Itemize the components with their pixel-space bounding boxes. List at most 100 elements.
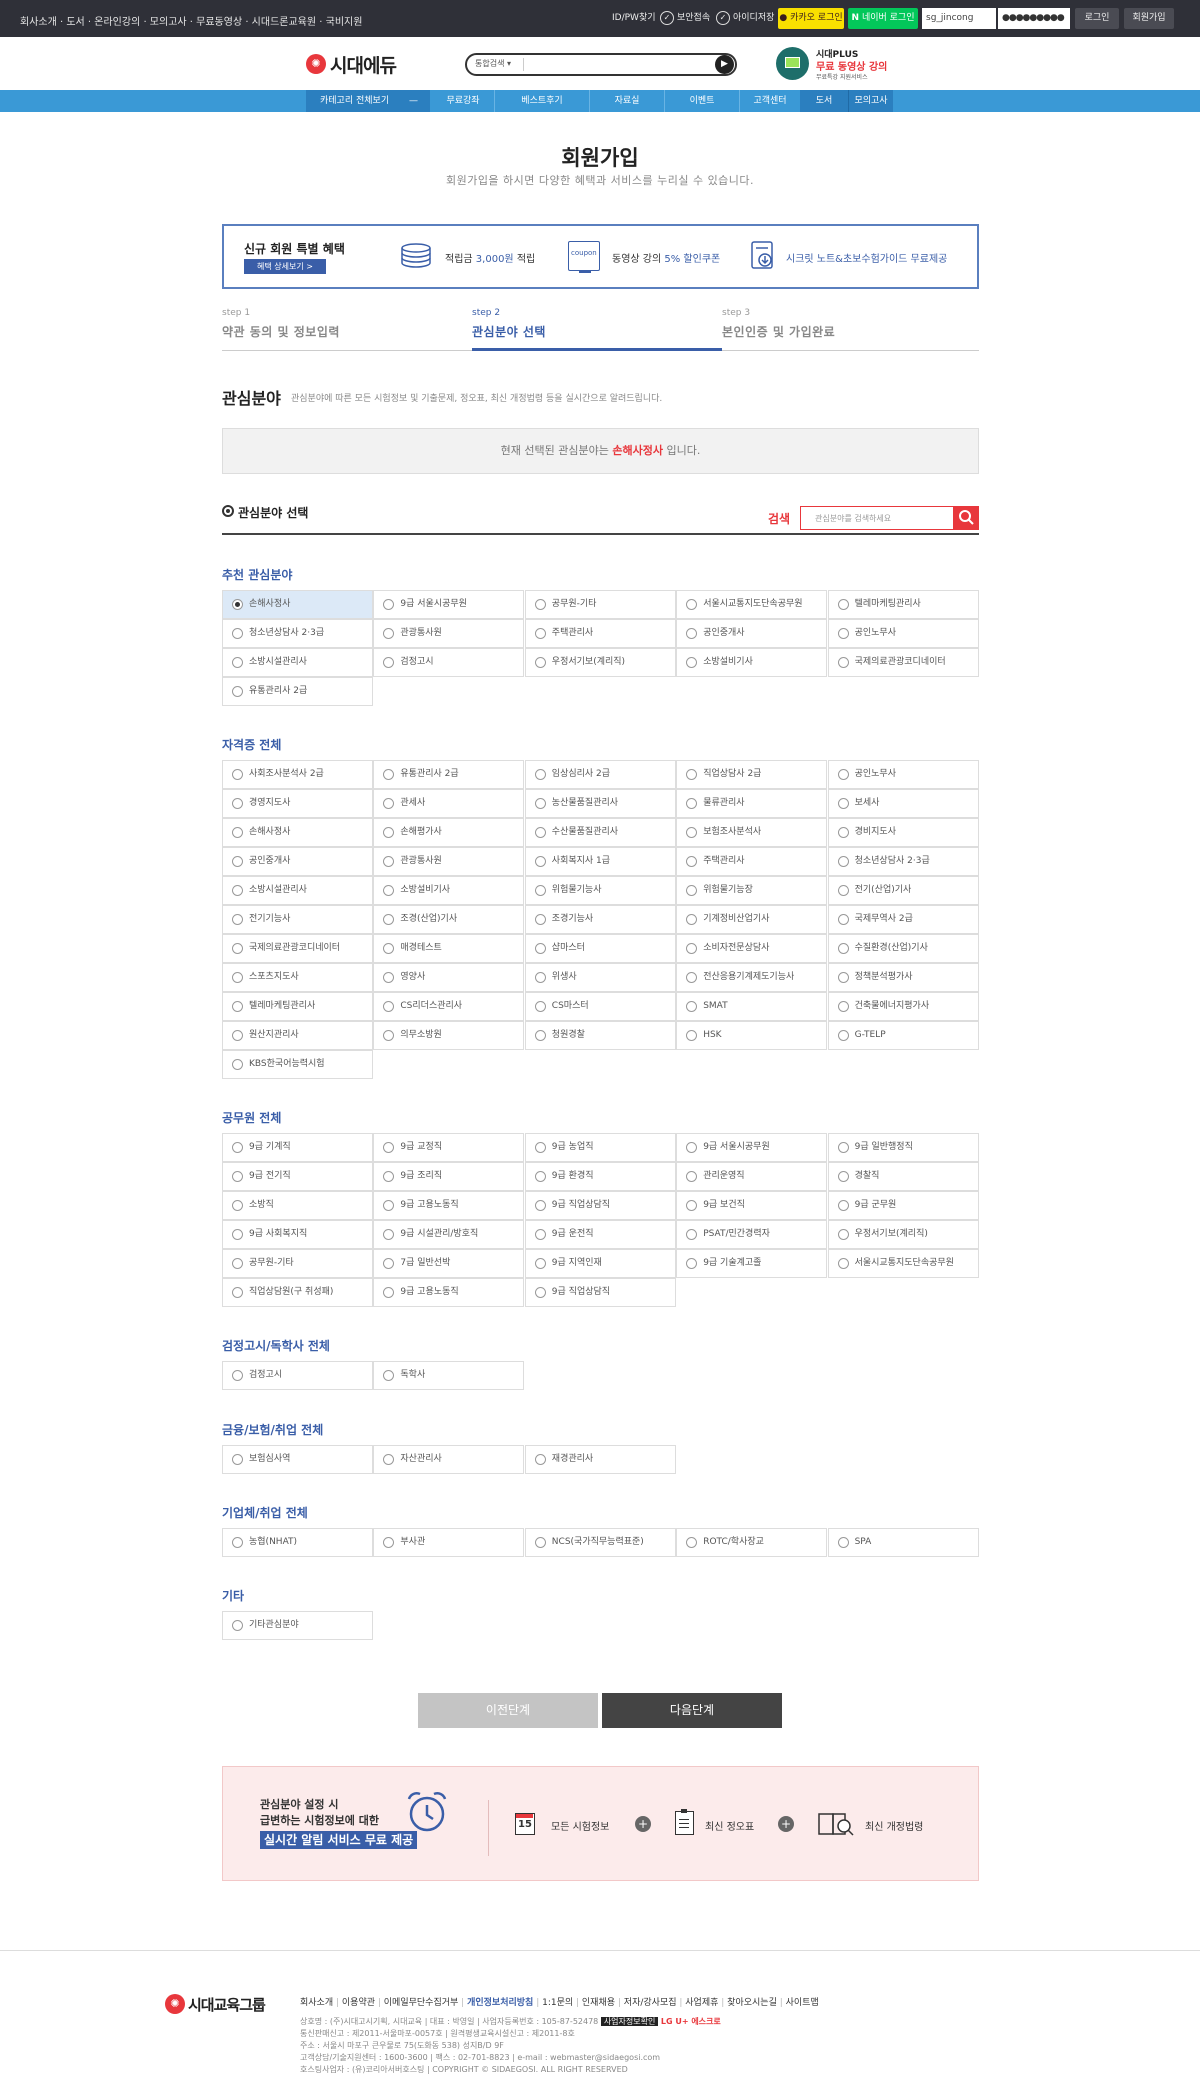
radio-icon[interactable] <box>534 1142 546 1153</box>
radio-icon[interactable] <box>232 599 243 610</box>
radio-icon[interactable] <box>686 1537 698 1548</box>
interest-option[interactable]: 경비지도사 <box>827 818 979 847</box>
interest-option[interactable]: 청원경찰 <box>524 1021 676 1050</box>
interest-option[interactable]: 9급 지역인재 <box>524 1249 676 1278</box>
password-input[interactable]: ●●●●●●●●● <box>998 8 1070 29</box>
prev-step-button[interactable]: 이전단계 <box>418 1693 598 1728</box>
interest-option[interactable]: 정책분석평가사 <box>827 963 979 992</box>
radio-icon[interactable] <box>232 628 243 639</box>
radio-icon[interactable] <box>534 914 546 925</box>
radio-icon[interactable] <box>232 1229 243 1240</box>
radio-icon[interactable] <box>686 1171 698 1182</box>
interest-option[interactable]: 스포츠지도사 <box>222 963 373 992</box>
radio-icon[interactable] <box>534 798 546 809</box>
interest-option[interactable]: 국제의료관광코디네이터 <box>827 648 979 677</box>
interest-option[interactable]: 샵마스터 <box>524 934 676 963</box>
radio-icon[interactable] <box>383 856 395 867</box>
interest-option[interactable]: 소방직 <box>222 1191 373 1220</box>
radio-icon[interactable] <box>383 1370 395 1381</box>
radio-icon[interactable] <box>232 1059 243 1070</box>
interest-option[interactable]: 부사관 <box>373 1528 525 1557</box>
radio-icon[interactable] <box>686 599 698 610</box>
interest-option[interactable]: 의무소방원 <box>373 1021 525 1050</box>
radio-icon[interactable] <box>837 1200 849 1211</box>
footer-link[interactable]: 이메일무단수집거부 <box>384 1998 459 2008</box>
interest-option[interactable]: 청소년상담사 2·3급 <box>827 847 979 876</box>
radio-icon[interactable] <box>837 599 849 610</box>
radio-icon[interactable] <box>232 885 243 896</box>
interest-option[interactable]: 공인중개사 <box>676 619 828 648</box>
radio-icon[interactable] <box>534 628 546 639</box>
radio-icon[interactable] <box>534 769 546 780</box>
radio-icon[interactable] <box>837 798 849 809</box>
radio-icon[interactable] <box>383 1229 395 1240</box>
footer-link[interactable]: 인재채용 <box>582 1998 615 2008</box>
interest-option[interactable]: HSK <box>676 1021 828 1050</box>
interest-option[interactable]: 사회조사분석사 2급 <box>222 760 373 789</box>
nav-books[interactable]: 도서 <box>800 90 848 112</box>
radio-icon[interactable] <box>686 856 698 867</box>
radio-icon[interactable] <box>534 856 546 867</box>
interest-option[interactable]: 보세사 <box>827 789 979 818</box>
interest-option[interactable]: 서울시교통지도단속공무원 <box>827 1249 979 1278</box>
join-button[interactable]: 회원가입 <box>1124 8 1174 29</box>
radio-icon[interactable] <box>232 914 243 925</box>
interest-option[interactable]: 7급 일반선박 <box>373 1249 525 1278</box>
nav-customer-center[interactable]: 고객센터 <box>740 90 800 112</box>
interest-option[interactable]: 소방시설관리사 <box>222 876 373 905</box>
search-submit-icon[interactable]: ▶ <box>715 55 734 74</box>
interest-option[interactable]: PSAT/민간경력자 <box>676 1220 828 1249</box>
radio-icon[interactable] <box>383 1537 395 1548</box>
top-links[interactable]: 회사소개 · 도서 · 온라인강의 · 모의고사 · 무료동영상 · 시대드론교… <box>20 13 362 28</box>
interest-option[interactable]: 소방설비기사 <box>373 876 525 905</box>
radio-icon[interactable] <box>686 798 698 809</box>
nav-mock-exam[interactable]: 모의고사 <box>849 90 893 112</box>
radio-icon[interactable] <box>383 1030 395 1041</box>
interest-option[interactable]: 9급 서울시공무원 <box>676 1133 828 1162</box>
radio-icon[interactable] <box>837 885 849 896</box>
interest-option[interactable]: 9급 시설관리/방호직 <box>373 1220 525 1249</box>
radio-icon[interactable] <box>383 798 395 809</box>
radio-icon[interactable] <box>686 1229 698 1240</box>
radio-icon[interactable] <box>232 972 243 983</box>
radio-icon[interactable] <box>686 657 698 668</box>
interest-option[interactable]: 손해사정사 <box>222 818 373 847</box>
radio-icon[interactable] <box>232 769 243 780</box>
naver-login-button[interactable]: N 네이버 로그인 <box>848 8 918 29</box>
interest-option[interactable]: 조경(산업)기사 <box>373 905 525 934</box>
interest-option[interactable]: 유통관리사 2급 <box>373 760 525 789</box>
radio-icon[interactable] <box>534 943 546 954</box>
interest-option[interactable]: 위험물기능장 <box>676 876 828 905</box>
interest-option[interactable]: 관광통사원 <box>373 847 525 876</box>
radio-icon[interactable] <box>232 1001 243 1012</box>
footer-logo[interactable]: 시대교육그룹 <box>188 1994 266 2015</box>
radio-icon[interactable] <box>383 885 395 896</box>
interest-option[interactable]: 소비자전문상담사 <box>676 934 828 963</box>
radio-icon[interactable] <box>837 1258 849 1269</box>
radio-icon[interactable] <box>383 1001 395 1012</box>
radio-icon[interactable] <box>232 657 243 668</box>
radio-icon[interactable] <box>534 827 546 838</box>
radio-icon[interactable] <box>232 1171 243 1182</box>
interest-option[interactable]: 공인노무사 <box>827 619 979 648</box>
footer-link[interactable]: 이용약관 <box>342 1998 375 2008</box>
radio-icon[interactable] <box>232 1537 243 1548</box>
radio-icon[interactable] <box>383 1287 395 1298</box>
radio-icon[interactable] <box>383 972 395 983</box>
interest-option[interactable]: 전기기능사 <box>222 905 373 934</box>
radio-icon[interactable] <box>232 943 243 954</box>
interest-option[interactable]: 9급 사회복지직 <box>222 1220 373 1249</box>
radio-icon[interactable] <box>232 798 243 809</box>
interest-option[interactable]: 9급 교정직 <box>373 1133 525 1162</box>
interest-option[interactable]: ROTC/학사장교 <box>676 1528 828 1557</box>
site-logo[interactable]: ✺ 시대에듀 <box>306 51 416 77</box>
interest-option[interactable]: CS마스터 <box>524 992 676 1021</box>
interest-option[interactable]: 수산물품질관리사 <box>524 818 676 847</box>
radio-icon[interactable] <box>232 1370 243 1381</box>
radio-icon[interactable] <box>534 1454 546 1465</box>
interest-option[interactable]: 공인노무사 <box>827 760 979 789</box>
interest-option[interactable]: 농협(NHAT) <box>222 1528 373 1557</box>
radio-icon[interactable] <box>837 1229 849 1240</box>
interest-option[interactable]: 관세사 <box>373 789 525 818</box>
interest-option[interactable]: 건축물에너지평가사 <box>827 992 979 1021</box>
